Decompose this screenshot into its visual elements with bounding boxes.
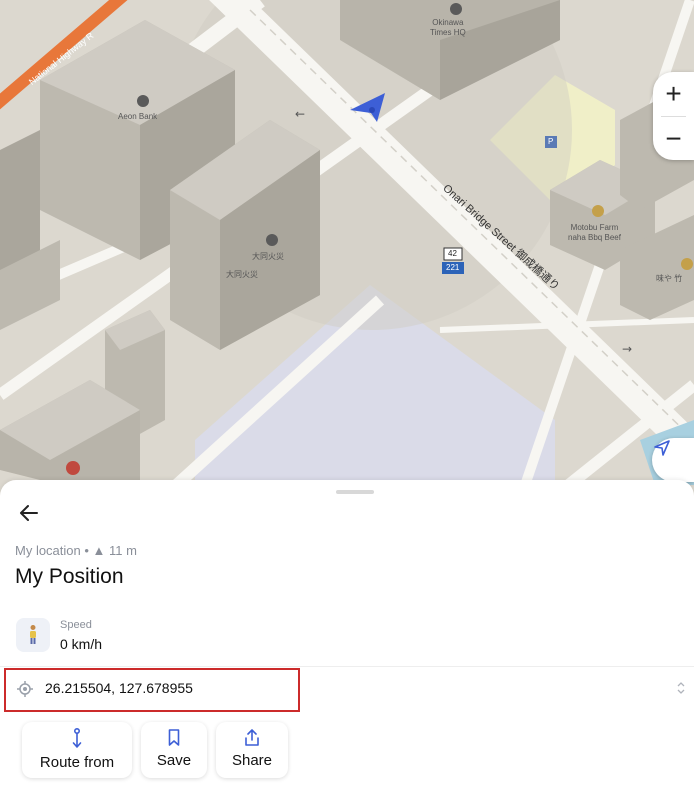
bookmark-icon xyxy=(168,729,180,746)
back-arrow-icon[interactable] xyxy=(16,500,42,526)
action-buttons: Route from Save Share xyxy=(22,722,288,778)
share-button[interactable]: Share xyxy=(216,722,288,778)
coordinates-value[interactable]: 26.215504, 127.678955 xyxy=(45,680,193,696)
speed-label: Speed xyxy=(60,619,92,631)
zoom-in-button[interactable]: + xyxy=(653,72,694,116)
poi-okinawa-times: Okinawa Times HQ xyxy=(430,18,466,37)
route-icon xyxy=(72,728,82,748)
walking-person-icon xyxy=(16,618,50,652)
zoom-control: + − xyxy=(653,72,694,160)
share-label: Share xyxy=(231,752,273,769)
poi-partial: 味や 竹 xyxy=(656,274,683,283)
chevron-up-down-icon[interactable] xyxy=(676,680,686,696)
poi-daido-kasai-2: 大同火災 xyxy=(226,270,258,279)
poi-daido-kasai: 大同火災 xyxy=(252,252,284,261)
svg-text:→: → xyxy=(622,342,632,356)
map-canvas: ← → xyxy=(0,0,694,500)
route-from-label: Route from xyxy=(39,754,115,771)
share-icon xyxy=(245,729,259,746)
poi-aeon-bank: Aeon Bank xyxy=(118,112,158,121)
crosshair-icon xyxy=(17,681,33,697)
page-title: My Position xyxy=(15,565,124,588)
divider xyxy=(0,666,694,667)
svg-text:←: ← xyxy=(295,107,305,121)
bottom-sheet: My location • ▲ 11 m My Position Speed 0… xyxy=(0,480,694,788)
map-view[interactable]: ← → National Highway R Onari Bridge Stre… xyxy=(0,0,694,500)
zoom-out-button[interactable]: − xyxy=(653,117,694,161)
save-button[interactable]: Save xyxy=(141,722,207,778)
location-subtitle: My location • ▲ 11 m xyxy=(15,543,137,558)
route-shield-42: 42 xyxy=(448,249,457,258)
navigation-arrow-icon xyxy=(654,440,670,456)
save-label: Save xyxy=(156,752,192,769)
parking-icon: P xyxy=(548,137,554,146)
speed-value: 0 km/h xyxy=(60,636,103,652)
sheet-drag-handle[interactable] xyxy=(336,490,374,494)
route-from-button[interactable]: Route from xyxy=(22,722,132,778)
route-shield-221: 221 xyxy=(446,263,460,272)
poi-motobu-farm: Motobu Farm naha Bbq Beef xyxy=(568,223,621,242)
navigation-button[interactable] xyxy=(652,438,694,482)
